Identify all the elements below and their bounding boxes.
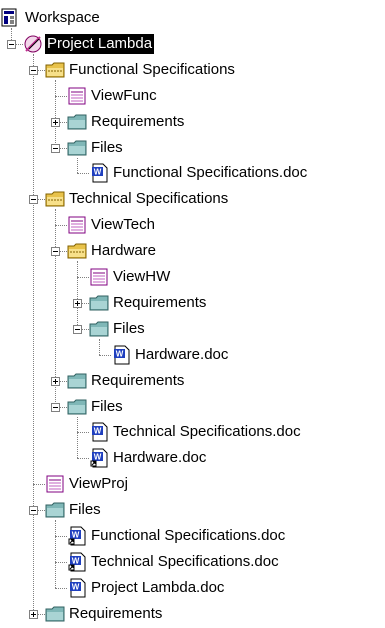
svg-text:W: W (72, 531, 80, 540)
collapse-button[interactable] (29, 506, 38, 516)
tree-connector (99, 354, 111, 356)
folder-yellow-icon (45, 189, 65, 209)
svg-text:W: W (94, 453, 102, 462)
tree-item-label[interactable]: Technical Specifications.doc (111, 422, 303, 442)
tree-item-label[interactable]: Requirements (89, 371, 186, 391)
word-doc-icon: W (67, 578, 87, 598)
svg-text:W: W (94, 168, 102, 177)
collapse-button[interactable] (29, 195, 38, 205)
tree-item-label[interactable]: ViewTech (89, 215, 157, 235)
tree-connector (55, 520, 56, 536)
tree-connector (55, 561, 56, 588)
tree-connector (55, 561, 67, 563)
expand-button[interactable] (51, 376, 60, 386)
tree-connector (55, 251, 56, 381)
tree-connector (77, 432, 78, 459)
tree-item-label[interactable]: Files (89, 397, 125, 417)
svg-text:W: W (72, 556, 80, 565)
view-icon (89, 267, 109, 287)
folder-yellow-icon (67, 241, 87, 261)
tree-connector (55, 536, 67, 537)
folder-teal-icon (89, 319, 109, 339)
tree-item-label[interactable]: Functional Specifications.doc (89, 526, 287, 546)
tree-connector (33, 199, 34, 485)
word-doc-icon: W (111, 345, 131, 365)
svg-text:W: W (116, 349, 124, 358)
tree-item-label[interactable]: Hardware.doc (111, 448, 208, 468)
word-doc-icon: W (89, 163, 109, 183)
folder-teal-icon (45, 604, 65, 624)
tree-item-label[interactable]: Files (89, 138, 125, 158)
workspace-icon (1, 8, 21, 28)
tree-connector (77, 157, 78, 174)
collapse-button[interactable] (51, 402, 60, 412)
tree-connector (55, 79, 56, 96)
collapse-button[interactable] (29, 65, 38, 75)
tree-item-label[interactable]: ViewProj (67, 474, 130, 494)
workspace-tree: Workspace Project Lambda Functional Spec… (0, 0, 385, 622)
tree-item-label[interactable]: ViewHW (111, 267, 172, 287)
tree-connector (77, 173, 89, 175)
folder-teal-icon (67, 138, 87, 158)
tree-connector (77, 416, 78, 433)
tree-connector (55, 225, 67, 227)
tree-item-label[interactable]: Project Lambda.doc (89, 578, 226, 598)
tree-connector (33, 484, 45, 486)
folder-teal-icon (67, 371, 87, 391)
tree-item-label[interactable]: Hardware.doc (133, 345, 230, 365)
word-doc-link-icon: W (67, 552, 87, 572)
tree-item-label[interactable]: Technical Specifications (67, 189, 230, 209)
collapse-button[interactable] (73, 324, 82, 334)
tree-connector (99, 338, 100, 355)
folder-teal-icon (89, 293, 109, 313)
tree-connector (33, 69, 34, 200)
tree-item-label[interactable]: ViewFunc (89, 86, 159, 106)
collapse-button[interactable] (51, 143, 60, 153)
tree-item-label[interactable]: Project Lambda (45, 33, 155, 54)
tree-item-label[interactable]: Hardware (89, 241, 158, 261)
tree-item-label[interactable]: Requirements (89, 112, 186, 132)
word-doc-link-icon: W (89, 448, 109, 468)
tree-item-label[interactable]: Functional Specifications.doc (111, 163, 309, 183)
folder-teal-icon (67, 397, 87, 417)
word-doc-icon: W (89, 422, 109, 442)
tree-item-label[interactable]: Technical Specifications.doc (89, 552, 281, 572)
view-icon (45, 474, 65, 494)
tree-connector (55, 95, 67, 97)
tree-item-label[interactable]: Files (111, 319, 147, 339)
tree-connector (77, 458, 89, 460)
tree-connector (55, 587, 67, 589)
project-icon (23, 34, 43, 54)
expand-button[interactable] (51, 117, 60, 127)
tree-connector (55, 536, 56, 562)
word-doc-link-icon: W (67, 526, 87, 546)
expand-button[interactable] (29, 609, 38, 619)
collapse-button[interactable] (51, 247, 60, 257)
expand-button[interactable] (73, 298, 82, 308)
tree-connector (55, 209, 56, 226)
collapse-button[interactable] (7, 39, 16, 49)
tree-item-label[interactable]: Workspace (23, 8, 102, 28)
svg-text:W: W (72, 582, 80, 591)
tree-item-label[interactable]: Requirements (67, 604, 164, 624)
tree-connector (77, 277, 89, 278)
tree-connector (33, 510, 34, 614)
tree-connector (77, 432, 89, 434)
view-icon (67, 86, 87, 106)
tree-connector (77, 261, 78, 277)
tree-item-label[interactable]: Functional Specifications (67, 60, 237, 80)
view-icon (67, 215, 87, 235)
tree-item-label[interactable]: Requirements (111, 293, 208, 313)
tree-item-label[interactable]: Files (67, 500, 103, 520)
folder-yellow-icon (45, 60, 65, 80)
folder-teal-icon (45, 500, 65, 520)
folder-teal-icon (67, 112, 87, 132)
svg-text:W: W (94, 427, 102, 436)
